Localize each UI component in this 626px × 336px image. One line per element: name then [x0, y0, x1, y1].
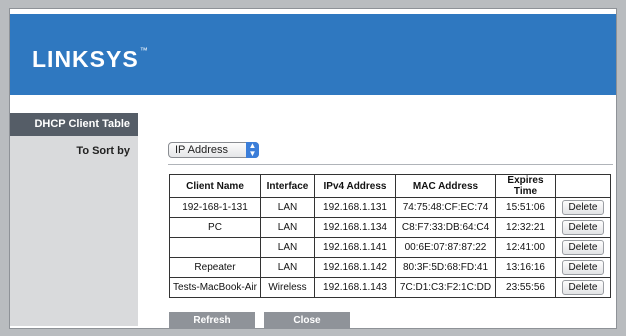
cell-client-name: PC	[169, 217, 261, 238]
cell-action: Delete	[555, 197, 611, 218]
cell-client-name: Repeater	[169, 257, 261, 278]
table-row: PC LAN 192.168.1.134 C8:F7:33:DB:64:C4 1…	[169, 217, 611, 238]
cell-interface: LAN	[260, 257, 315, 278]
cell-mac: 00:6E:07:87:87:22	[395, 237, 496, 258]
cell-ipv4: 192.168.1.141	[314, 237, 396, 258]
dhcp-client-table: Client Name Interface IPv4 Address MAC A…	[169, 174, 611, 298]
sort-select-value: IP Address	[175, 144, 228, 156]
cell-expires: 23:55:56	[495, 277, 556, 298]
cell-action: Delete	[555, 277, 611, 298]
cell-ipv4: 192.168.1.143	[314, 277, 396, 298]
cell-mac: C8:F7:33:DB:64:C4	[395, 217, 496, 238]
divider	[168, 164, 613, 165]
cell-action: Delete	[555, 237, 611, 258]
delete-button[interactable]: Delete	[562, 280, 604, 295]
delete-button[interactable]: Delete	[562, 260, 604, 275]
table-row: Repeater LAN 192.168.1.142 80:3F:5D:68:F…	[169, 257, 611, 278]
cell-mac: 7C:D1:C3:F2:1C:DD	[395, 277, 496, 298]
cell-expires: 13:16:16	[495, 257, 556, 278]
select-arrows-icon: ▲ ▼	[246, 142, 259, 158]
table-row: LAN 192.168.1.141 00:6E:07:87:87:22 12:4…	[169, 237, 611, 258]
delete-button[interactable]: Delete	[562, 220, 604, 235]
cell-action: Delete	[555, 217, 611, 238]
col-ipv4: IPv4 Address	[314, 174, 396, 198]
col-action	[555, 174, 611, 198]
col-expires: Expires Time	[495, 174, 556, 198]
col-interface: Interface	[260, 174, 315, 198]
cell-ipv4: 192.168.1.142	[314, 257, 396, 278]
delete-button[interactable]: Delete	[562, 200, 604, 215]
cell-interface: Wireless	[260, 277, 315, 298]
main-content: IP Address ▲ ▼ Client Name Interface IPv4…	[138, 113, 616, 329]
cell-expires: 12:41:00	[495, 237, 556, 258]
cell-mac: 80:3F:5D:68:FD:41	[395, 257, 496, 278]
header-banner: LINKSYS™	[10, 14, 616, 95]
sort-label: To Sort by	[76, 145, 130, 157]
table-row: Tests-MacBook-Air Wireless 192.168.1.143…	[169, 277, 611, 298]
cell-expires: 12:32:21	[495, 217, 556, 238]
close-button[interactable]: Close	[264, 312, 350, 329]
col-client-name: Client Name	[169, 174, 261, 198]
table-header-row: Client Name Interface IPv4 Address MAC A…	[169, 174, 611, 198]
cell-mac: 74:75:48:CF:EC:74	[395, 197, 496, 218]
table-row: 192-168-1-131 LAN 192.168.1.131 74:75:48…	[169, 197, 611, 218]
cell-expires: 15:51:06	[495, 197, 556, 218]
cell-ipv4: 192.168.1.134	[314, 217, 396, 238]
cell-ipv4: 192.168.1.131	[314, 197, 396, 218]
sidebar-heading: DHCP Client Table	[10, 113, 138, 136]
cell-client-name: 192-168-1-131	[169, 197, 261, 218]
delete-button[interactable]: Delete	[562, 240, 604, 255]
col-mac: MAC Address	[395, 174, 496, 198]
sidebar: To Sort by	[10, 136, 138, 326]
cell-client-name	[169, 237, 261, 258]
cell-interface: LAN	[260, 197, 315, 218]
linksys-logo: LINKSYS™	[32, 46, 149, 72]
cell-action: Delete	[555, 257, 611, 278]
cell-interface: LAN	[260, 237, 315, 258]
dhcp-window: LINKSYS™ DHCP Client Table To Sort by IP…	[9, 8, 617, 329]
cell-client-name: Tests-MacBook-Air	[169, 277, 261, 298]
refresh-button[interactable]: Refresh	[169, 312, 255, 329]
sort-select[interactable]: IP Address ▲ ▼	[168, 142, 259, 158]
cell-interface: LAN	[260, 217, 315, 238]
